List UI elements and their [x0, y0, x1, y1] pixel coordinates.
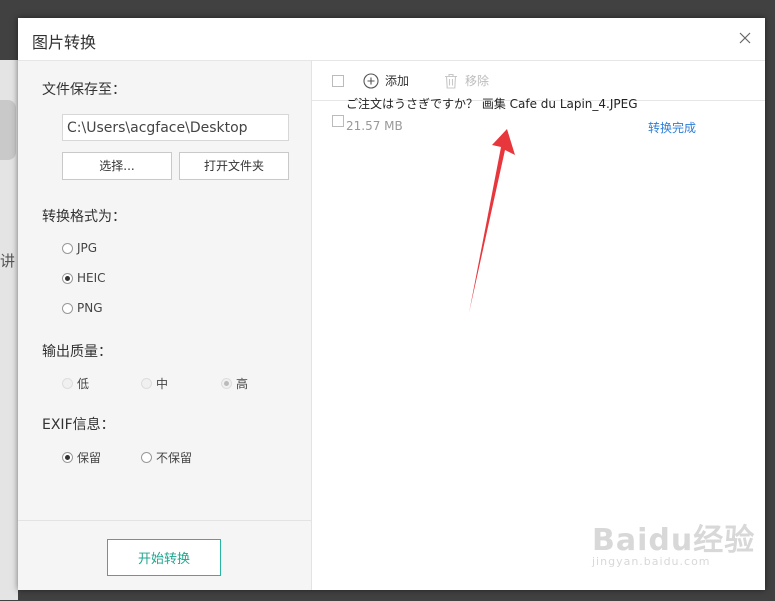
exif-option-discard[interactable]: 不保留 [141, 449, 192, 466]
quality-option-high: 高 [221, 375, 248, 392]
quality-option-label: 低 [77, 377, 90, 391]
quality-option-medium: 中 [141, 375, 168, 392]
exif-option-keep[interactable]: 保留 [62, 449, 101, 466]
open-folder-button[interactable]: 打开文件夹 [179, 152, 289, 180]
dialog-title: 图片转换 [32, 33, 97, 52]
watermark-logo-text: Baidu经验 [592, 523, 756, 558]
select-all-checkbox[interactable] [332, 75, 344, 87]
settings-panel: 文件保存至： 选择... 打开文件夹 转换格式为： JPG HEIC PNG 输… [18, 61, 312, 520]
file-size: 21.57 MB [346, 119, 403, 133]
close-icon[interactable] [735, 28, 755, 48]
format-option-jpg[interactable]: JPG [62, 241, 97, 255]
remove-label: 移除 [465, 74, 490, 88]
radio-icon[interactable] [62, 302, 73, 314]
radio-selected-icon[interactable] [62, 452, 73, 463]
radio-icon[interactable] [141, 452, 152, 463]
file-status: 转换完成 [648, 121, 697, 135]
background-window: 讲 [0, 60, 18, 600]
radio-disabled-icon [141, 378, 152, 389]
baidu-watermark: Baidu经验 jingyan.baidu.com [592, 515, 755, 568]
background-text-fragment: 讲 [0, 252, 16, 270]
format-label: 转换格式为： [42, 209, 126, 225]
exif-option-label: 不保留 [156, 451, 193, 465]
settings-footer: 开始转换 [18, 520, 312, 590]
format-option-label: PNG [77, 301, 103, 315]
remove-button: 移除 [444, 72, 489, 89]
background-avatar [0, 100, 16, 160]
add-icon [363, 72, 379, 89]
save-location-label: 文件保存至： [42, 82, 126, 98]
format-option-png[interactable]: PNG [62, 301, 103, 315]
radio-selected-icon[interactable] [62, 272, 73, 284]
choose-folder-button[interactable]: 选择... [62, 152, 172, 180]
save-path-input[interactable] [62, 114, 289, 141]
trash-icon [445, 73, 457, 89]
dialog-titlebar: 图片转换 [18, 18, 765, 61]
quality-option-label: 高 [236, 377, 249, 391]
exif-label: EXIF信息： [42, 417, 115, 433]
file-row-checkbox[interactable] [332, 115, 344, 127]
add-label: 添加 [385, 74, 410, 88]
radio-icon[interactable] [62, 242, 73, 254]
add-button[interactable]: 添加 [363, 72, 409, 89]
format-option-label: JPG [77, 241, 98, 255]
quality-option-label: 中 [156, 377, 169, 391]
quality-label: 输出质量： [42, 344, 112, 360]
exif-option-label: 保留 [77, 451, 102, 465]
file-name: ご注文はうさぎですか？ 画集 Cafe du Lapin_4.JPEG [346, 97, 638, 111]
format-option-label: HEIC [77, 271, 106, 285]
format-option-heic[interactable]: HEIC [62, 271, 106, 285]
radio-disabled-icon [62, 378, 73, 389]
start-convert-button[interactable]: 开始转换 [107, 539, 221, 576]
quality-option-low: 低 [62, 375, 89, 392]
radio-disabled-selected-icon [221, 378, 232, 389]
